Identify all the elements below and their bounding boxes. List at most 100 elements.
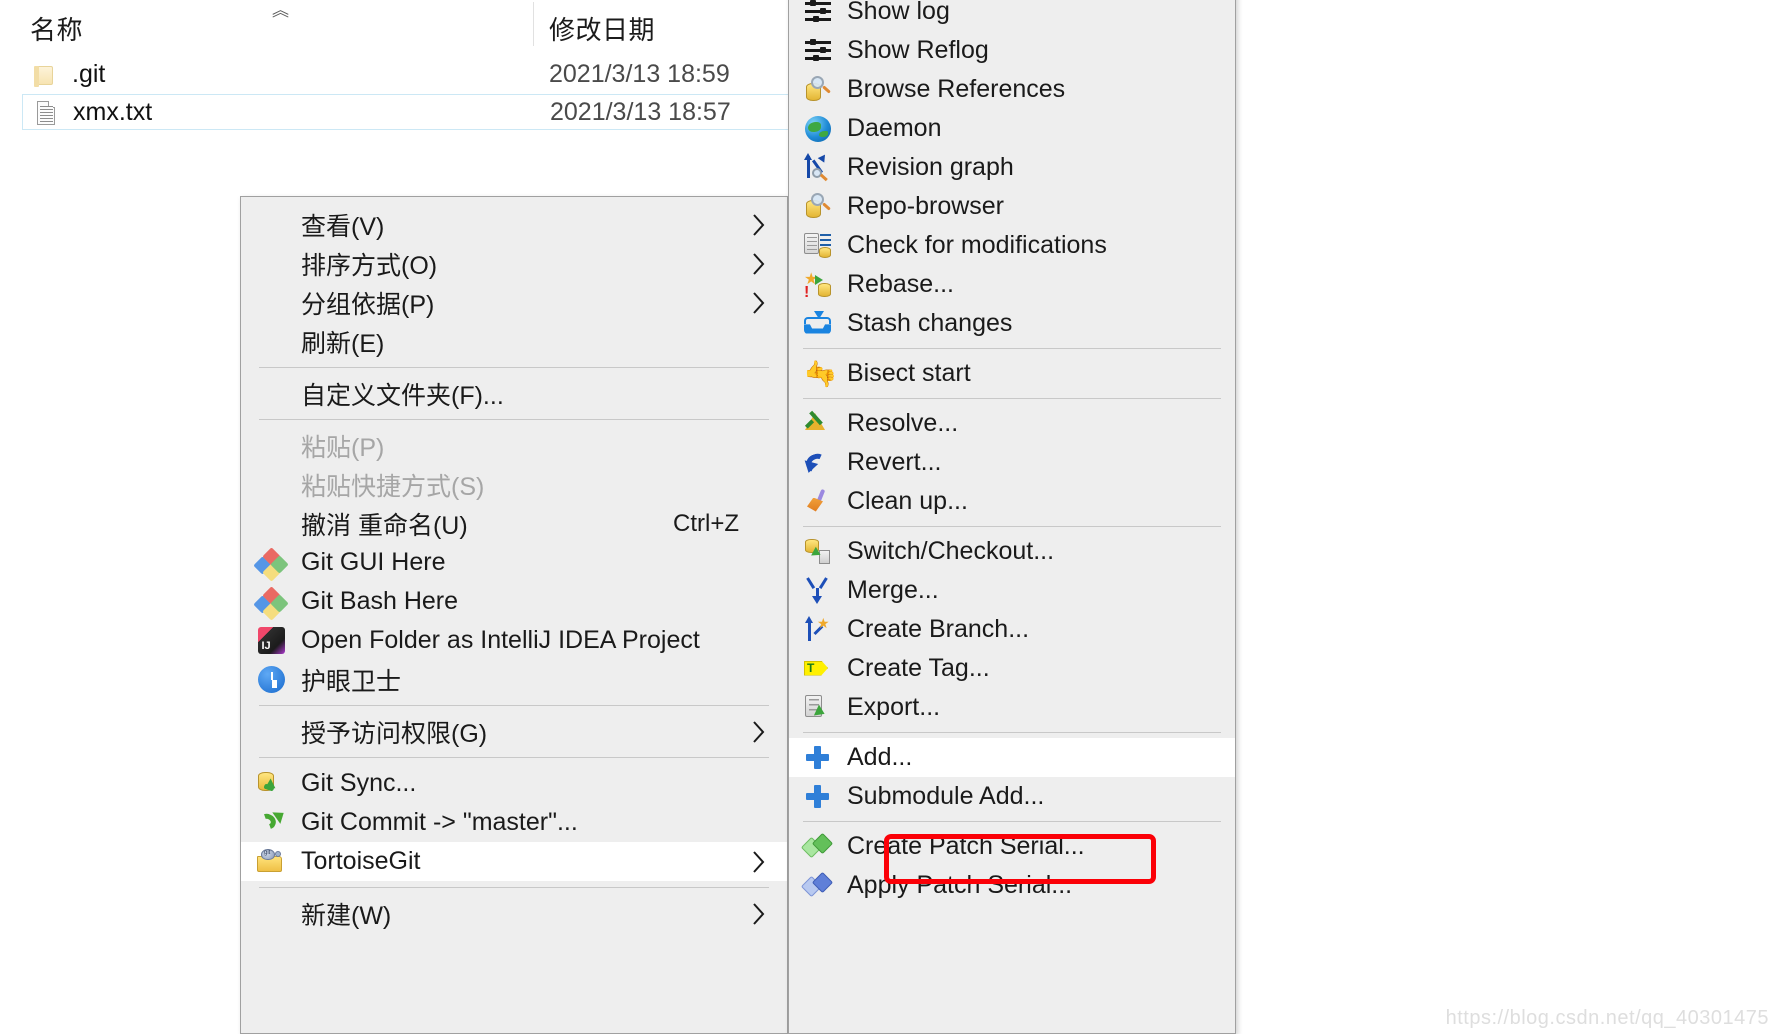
menu-item-refresh[interactable]: 刷新(E) <box>241 322 787 361</box>
menu-item-new[interactable]: 新建(W) <box>241 894 787 933</box>
file-row-xmx-txt[interactable]: xmx.txt 2021/3/13 18:57 <box>22 94 790 130</box>
switch-checkout-icon <box>789 537 847 567</box>
git-sync-icon <box>241 769 301 799</box>
menu-item-label: 授予访问权限(G) <box>301 719 488 748</box>
submenu-item-revert[interactable]: Revert... <box>789 443 1235 482</box>
menu-item-tortoisegit[interactable]: TortoiseGit <box>241 842 787 881</box>
column-header-row: ︽ 名称 修改日期 <box>0 0 790 50</box>
submenu-item-switch-checkout[interactable]: Switch/Checkout... <box>789 532 1235 571</box>
browse-references-icon <box>789 75 847 105</box>
submenu-item-label: Bisect start <box>847 359 971 387</box>
tortoisegit-submenu: Show log Show Reflog Browse References D… <box>788 0 1236 1034</box>
menu-item-undo-rename[interactable]: 撤消 重命名(U) Ctrl+Z <box>241 504 787 543</box>
menu-item-customize-folder[interactable]: 自定义文件夹(F)... <box>241 374 787 413</box>
menu-item-git-commit[interactable]: Git Commit -> "master"... <box>241 803 787 842</box>
submenu-item-create-branch[interactable]: ★ Create Branch... <box>789 610 1235 649</box>
file-row-git[interactable]: .git 2021/3/13 18:59 <box>22 56 790 92</box>
create-tag-icon: T <box>789 654 847 684</box>
menu-item-git-bash-here[interactable]: Git Bash Here <box>241 582 787 621</box>
submenu-item-daemon[interactable]: Daemon <box>789 109 1235 148</box>
submenu-item-label: Stash changes <box>847 309 1013 337</box>
intellij-idea-icon <box>241 627 301 654</box>
menu-item-paste: 粘贴(P) <box>241 426 787 465</box>
menu-item-label: 粘贴(P) <box>301 433 385 462</box>
chevron-right-icon <box>751 290 767 316</box>
rebase-icon: ★! <box>789 270 847 300</box>
submenu-item-label: Add... <box>847 743 913 771</box>
folder-icon <box>32 61 56 87</box>
submenu-item-label: Switch/Checkout... <box>847 537 1055 565</box>
menu-item-git-sync[interactable]: Git Sync... <box>241 764 787 803</box>
menu-item-paste-shortcut: 粘贴快捷方式(S) <box>241 465 787 504</box>
screenshot-root: ︽ 名称 修改日期 .git 2021/3/13 18:59 xmx.txt 2… <box>0 0 1779 1034</box>
menu-separator <box>259 705 769 706</box>
menu-item-sort-by[interactable]: 排序方式(O) <box>241 244 787 283</box>
submenu-item-label: Resolve... <box>847 409 959 437</box>
submenu-item-show-log[interactable]: Show log <box>789 0 1235 31</box>
git-commit-icon <box>241 806 301 838</box>
submenu-separator <box>803 732 1221 733</box>
submenu-item-label: Daemon <box>847 114 942 142</box>
file-modified-label: 2021/3/13 18:59 <box>549 59 730 88</box>
tortoisegit-icon <box>241 847 301 877</box>
show-log-icon <box>789 0 847 27</box>
submenu-item-resolve[interactable]: Resolve... <box>789 404 1235 443</box>
plus-icon <box>789 782 847 812</box>
submenu-item-merge[interactable]: Merge... <box>789 571 1235 610</box>
create-patch-serial-icon <box>789 832 847 862</box>
menu-separator <box>259 887 769 888</box>
show-reflog-icon <box>789 36 847 66</box>
apply-patch-serial-icon <box>789 871 847 901</box>
menu-item-label: 护眼卫士 <box>301 667 402 696</box>
submenu-item-browse-references[interactable]: Browse References <box>789 70 1235 109</box>
submenu-item-repo-browser[interactable]: Repo-browser <box>789 187 1235 226</box>
create-branch-icon: ★ <box>789 615 847 645</box>
menu-separator <box>259 367 769 368</box>
submenu-item-export[interactable]: Export... <box>789 688 1235 727</box>
menu-item-git-gui-here[interactable]: Git GUI Here <box>241 543 787 582</box>
file-name-label: xmx.txt <box>73 97 153 126</box>
submenu-item-show-reflog[interactable]: Show Reflog <box>789 31 1235 70</box>
submenu-separator <box>803 821 1221 822</box>
menu-item-label: Git GUI Here <box>301 548 446 576</box>
submenu-item-create-tag[interactable]: T Create Tag... <box>789 649 1235 688</box>
submenu-item-clean-up[interactable]: Clean up... <box>789 482 1235 521</box>
clean-up-broom-icon <box>789 487 847 517</box>
submenu-item-label: Submodule Add... <box>847 782 1045 810</box>
submenu-item-bisect-start[interactable]: 👍 👎 Bisect start <box>789 354 1235 393</box>
submenu-item-add[interactable]: Add... <box>789 738 1235 777</box>
bisect-start-icon: 👍 👎 <box>804 359 837 388</box>
menu-item-accelerator: Ctrl+Z <box>673 509 739 537</box>
menu-item-grant-access[interactable]: 授予访问权限(G) <box>241 712 787 751</box>
menu-item-label: 粘贴快捷方式(S) <box>301 472 485 501</box>
git-logo-icon <box>241 585 301 621</box>
submenu-item-create-patch-serial[interactable]: Create Patch Serial... <box>789 827 1235 866</box>
submenu-item-rebase[interactable]: ★! Rebase... <box>789 265 1235 304</box>
menu-item-eye-guard[interactable]: 护眼卫士 <box>241 660 787 699</box>
chevron-right-icon <box>751 212 767 238</box>
submenu-item-label: Revision graph <box>847 153 1014 181</box>
menu-item-group-by[interactable]: 分组依据(P) <box>241 283 787 322</box>
document-icon <box>33 99 57 125</box>
menu-item-view[interactable]: 查看(V) <box>241 205 787 244</box>
submenu-item-check-for-modifications[interactable]: Check for modifications <box>789 226 1235 265</box>
submenu-item-label: Repo-browser <box>847 192 1005 220</box>
chevron-right-icon <box>751 849 767 875</box>
column-header-name[interactable]: 名称 <box>30 10 83 47</box>
file-name-label: .git <box>72 59 106 88</box>
menu-item-open-folder-intellij[interactable]: Open Folder as IntelliJ IDEA Project <box>241 621 787 660</box>
column-header-modified[interactable]: 修改日期 <box>549 10 655 47</box>
submenu-item-label: Create Branch... <box>847 615 1030 643</box>
menu-item-label: 撤消 重命名(U) <box>301 511 468 540</box>
stash-changes-icon <box>789 309 847 339</box>
submenu-item-label: Show Reflog <box>847 36 989 64</box>
menu-item-label: Git Sync... <box>301 769 417 797</box>
menu-item-label: TortoiseGit <box>301 847 421 875</box>
menu-item-label: 新建(W) <box>301 901 392 930</box>
submenu-item-stash-changes[interactable]: Stash changes <box>789 304 1235 343</box>
merge-icon <box>789 576 847 606</box>
submenu-item-apply-patch-serial[interactable]: Apply Patch Serial... <box>789 866 1235 905</box>
blue-clock-icon <box>241 666 301 693</box>
submenu-item-submodule-add[interactable]: Submodule Add... <box>789 777 1235 816</box>
submenu-item-revision-graph[interactable]: Revision graph <box>789 148 1235 187</box>
